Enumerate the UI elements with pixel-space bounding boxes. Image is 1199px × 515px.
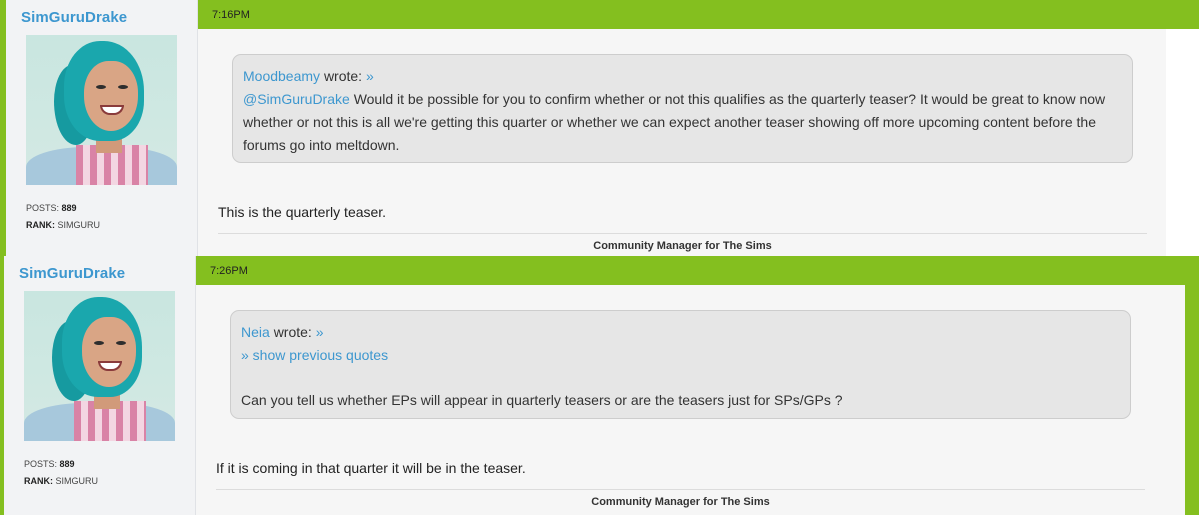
signature-divider xyxy=(218,233,1147,234)
author-sidebar: SimGuruDrake POSTS: 889 RANK: SIMGURU xyxy=(6,0,198,256)
post-header xyxy=(198,0,1199,29)
author-rank: RANK: SIMGURU xyxy=(24,476,99,486)
post-count: POSTS: 889 xyxy=(24,459,75,469)
author-avatar[interactable] xyxy=(24,291,175,441)
post-signature: Community Manager for The Sims xyxy=(591,496,770,508)
quote-wrote: wrote: xyxy=(273,324,312,340)
quote-text: Can you tell us whether EPs will appear … xyxy=(241,392,843,408)
quote-wrote: wrote: xyxy=(323,68,363,84)
quote-text: Would it be possible for you to confirm … xyxy=(243,91,1106,153)
author-stats: POSTS: 889 RANK: SIMGURU xyxy=(24,456,98,490)
post-signature: Community Manager for The Sims xyxy=(593,240,772,252)
quote-block: Moodbeamy wrote: » @SimGuruDrake Would i… xyxy=(232,54,1133,163)
mention-link[interactable]: @SimGuruDrake xyxy=(243,91,350,107)
quote-author-link[interactable]: Moodbeamy xyxy=(243,68,320,84)
post-body: If it is coming in that quarter it will … xyxy=(216,460,526,476)
signature-divider xyxy=(216,489,1145,490)
author-name[interactable]: SimGuruDrake xyxy=(21,9,127,26)
quote-author-link[interactable]: Neia xyxy=(241,324,270,340)
author-stats: POSTS: 889 RANK: SIMGURU xyxy=(26,200,100,234)
author-avatar[interactable] xyxy=(26,35,177,185)
author-sidebar: SimGuruDrake POSTS: 889 RANK: SIMGURU xyxy=(4,256,196,515)
quote-jump-link[interactable]: » xyxy=(316,324,324,340)
post-time: 7:16PM xyxy=(212,9,250,21)
post-count: POSTS: 889 xyxy=(26,203,77,213)
forum-post: SimGuruDrake POSTS: 889 RANK: SIMGURU 7:… xyxy=(0,0,1199,256)
forum-post: SimGuruDrake POSTS: 889 RANK: SIMGURU 7:… xyxy=(0,256,1199,515)
quote-block: Neia wrote: » » show previous quotes Can… xyxy=(230,310,1131,419)
post-body: This is the quarterly teaser. xyxy=(218,204,387,220)
author-rank: RANK: SIMGURU xyxy=(26,220,101,230)
show-previous-quotes-link[interactable]: » show previous quotes xyxy=(241,344,1120,367)
post-time: 7:26PM xyxy=(210,265,248,277)
author-name[interactable]: SimGuruDrake xyxy=(19,265,125,282)
post-right-accent xyxy=(1185,256,1199,515)
post-header xyxy=(196,256,1185,285)
quote-jump-link[interactable]: » xyxy=(366,68,374,84)
